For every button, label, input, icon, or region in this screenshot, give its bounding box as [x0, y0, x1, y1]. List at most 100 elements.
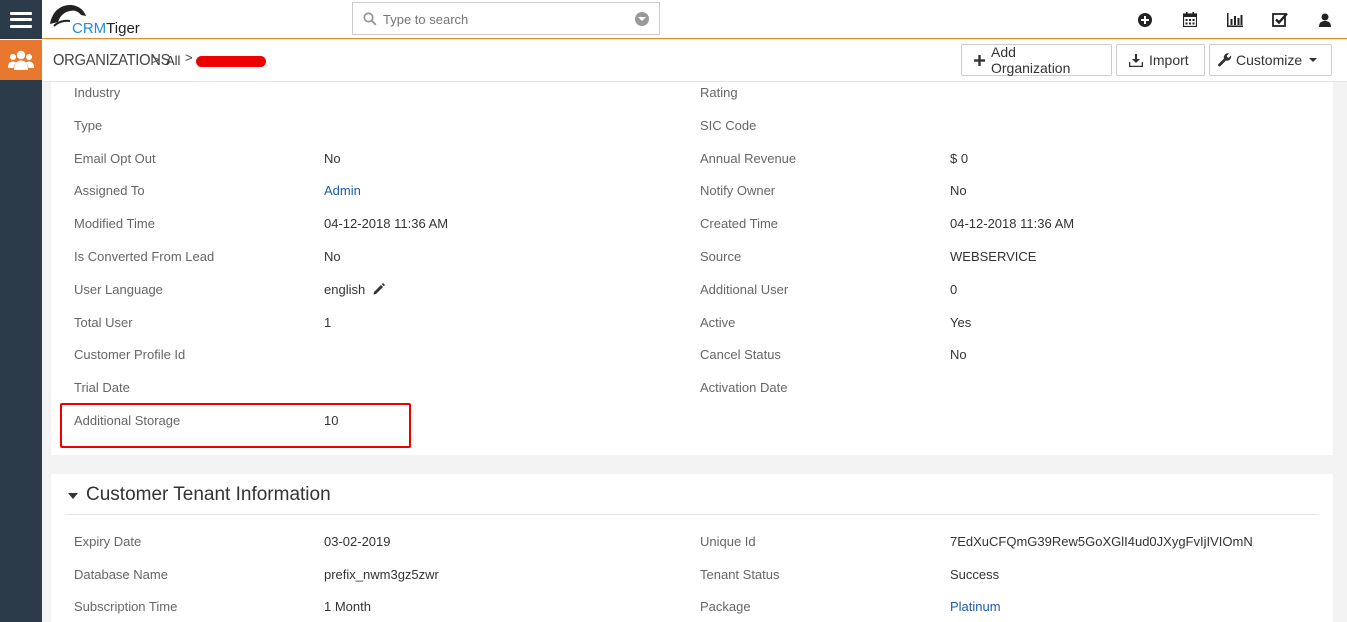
section-divider	[65, 514, 1319, 515]
add-organization-button[interactable]: Add Organization	[961, 44, 1112, 76]
wrench-icon	[1218, 53, 1232, 67]
field-value: 1	[324, 315, 331, 330]
field-value-text: 1	[324, 314, 332, 330]
import-button[interactable]: Import	[1116, 44, 1205, 76]
field-value-text: WEBSERVICE	[950, 249, 1037, 264]
field-value-text[interactable]: Platinum	[950, 599, 1001, 614]
top-bar: CRMTiger	[0, 0, 1347, 39]
field-value[interactable]: Admin	[324, 183, 361, 198]
field-value-text: No	[950, 183, 967, 199]
field-value: Yes	[950, 315, 971, 330]
field-value-text: No	[324, 249, 341, 264]
field-label: Assigned To	[74, 183, 145, 199]
search-input[interactable]	[383, 9, 623, 29]
calendar-button[interactable]	[1167, 0, 1212, 39]
collapse-caret-icon[interactable]	[68, 493, 78, 499]
search-icon	[363, 12, 377, 26]
field-value: 7EdXuCFQmG39Rew5GoXGlI4ud0JXygFvIjIVIOmN	[950, 534, 1253, 549]
redacted-record-name	[196, 56, 266, 67]
top-icons	[1122, 0, 1347, 39]
field-label: Email Opt Out	[74, 150, 156, 166]
field-label: Notify Owner	[700, 183, 776, 199]
caret-down-icon	[1309, 58, 1318, 62]
field-value-text: 1 Month	[324, 599, 371, 614]
import-label: Import	[1149, 52, 1189, 68]
add-organization-label: Add Organization	[991, 44, 1071, 76]
user-menu-button[interactable]	[1302, 0, 1347, 39]
field-value-text: 0	[950, 281, 958, 297]
field-value-text: 7EdXuCFQmG39Rew5GoXGlI4ud0JXygFvIjIVIOmN	[950, 534, 1253, 549]
field-value-text: No	[950, 347, 967, 363]
hamburger-icon	[10, 11, 32, 28]
field-label: Created Time	[700, 216, 779, 232]
field-label: Unique Id	[700, 534, 756, 549]
download-icon	[1129, 53, 1143, 67]
field-label: Tenant Status	[700, 566, 780, 582]
sidebar	[0, 40, 42, 622]
breadcrumb-separator: >	[152, 52, 160, 67]
field-value-text[interactable]: Admin	[324, 183, 361, 198]
field-value-text: 04-12-2018 11:36 AM	[324, 216, 449, 232]
field-label: Cancel Status	[700, 347, 781, 363]
field-value: $ 0	[950, 151, 968, 166]
customize-label: Customize	[1236, 52, 1303, 68]
breadcrumb: ORGANIZATIONS > All > Add Organization I…	[42, 40, 1347, 82]
section-title[interactable]: Customer Tenant Information	[86, 484, 331, 506]
highlight-box	[60, 403, 411, 448]
field-value: 04-12-2018 11:36 AM	[950, 216, 1074, 231]
field-value-text: prefix_nwm3gz5zwr	[324, 566, 439, 582]
pencil-edit-icon[interactable]	[373, 282, 386, 295]
field-value-text: Success	[950, 566, 1000, 582]
field-value: No	[950, 183, 967, 198]
field-label: Annual Revenue	[700, 150, 797, 166]
field-value-text: 04-12-2018 11:36 AM	[950, 216, 1075, 232]
logo-text: CRMTiger	[72, 20, 140, 37]
global-search[interactable]	[352, 2, 660, 35]
field-label: Database Name	[74, 566, 168, 582]
reports-button[interactable]	[1212, 0, 1257, 39]
app-logo[interactable]: CRMTiger	[48, 2, 148, 38]
field-label: Active	[700, 314, 736, 330]
customer-tenant-panel: Customer Tenant Information Expiry Date 0…	[51, 474, 1333, 622]
field-value: No	[324, 249, 341, 264]
field-value-text: No	[324, 150, 341, 166]
field-label: Package	[700, 599, 751, 614]
plus-circle-icon	[1137, 12, 1152, 27]
breadcrumb-filter[interactable]: All	[166, 53, 180, 68]
field-label: Subscription Time	[74, 599, 178, 614]
calendar-icon	[1182, 12, 1197, 27]
field-label: Source	[700, 249, 742, 264]
field-value[interactable]: Platinum	[950, 599, 1001, 614]
field-value: Success	[950, 567, 999, 582]
customize-button[interactable]: Customize	[1209, 44, 1332, 76]
field-label: Activation Date	[700, 380, 788, 396]
menu-toggle-button[interactable]	[0, 0, 42, 39]
field-label: Total User	[74, 314, 133, 330]
field-value: No	[950, 347, 967, 362]
field-label: Modified Time	[74, 216, 155, 232]
field-label: Industry	[74, 85, 121, 100]
field-label: Expiry Date	[74, 534, 142, 549]
sidebar-item-organizations[interactable]	[0, 40, 42, 80]
field-value-text: 03-02-2019	[324, 534, 391, 549]
field-label: Customer Profile Id	[74, 347, 186, 363]
field-label: Rating	[700, 85, 738, 100]
users-group-icon	[8, 50, 34, 70]
field-value: 1 Month	[324, 599, 371, 614]
field-value-text: Yes	[950, 314, 972, 330]
logo-text-crm: CRM	[72, 20, 107, 37]
quick-create-button[interactable]	[1122, 0, 1167, 39]
field-value: prefix_nwm3gz5zwr	[324, 567, 439, 582]
field-value: 04-12-2018 11:36 AM	[324, 216, 448, 231]
search-options-dropdown-icon[interactable]	[635, 12, 649, 26]
breadcrumb-separator: >	[185, 50, 193, 65]
field-label: Trial Date	[74, 380, 130, 396]
tasks-button[interactable]	[1257, 0, 1302, 39]
field-value-text: english	[324, 281, 366, 297]
check-square-icon	[1271, 12, 1288, 27]
field-value: WEBSERVICE	[950, 249, 1036, 264]
organization-details-panel: Industry Type Email Opt Out No Assigned To Ad…	[51, 82, 1333, 455]
field-label: Additional User	[700, 281, 789, 297]
field-label: Type	[74, 117, 103, 133]
field-label: User Language	[74, 281, 163, 297]
